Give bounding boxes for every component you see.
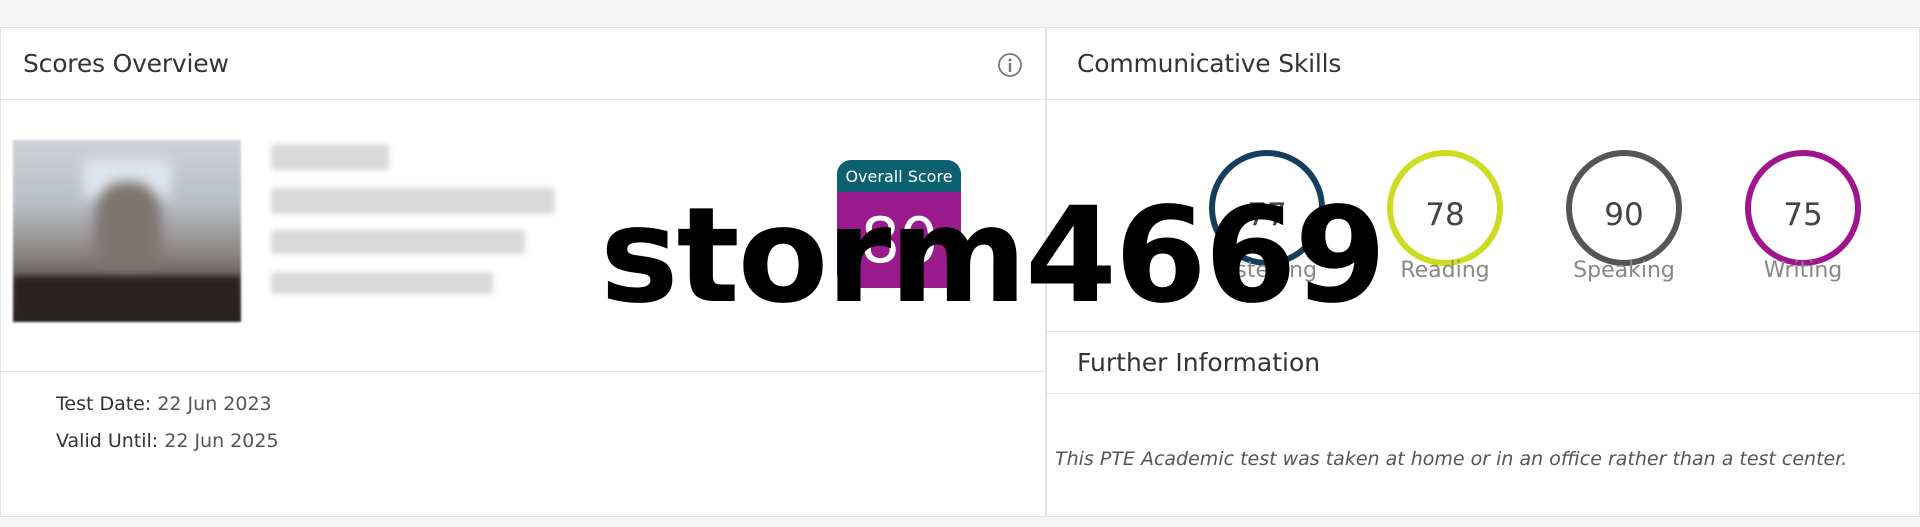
skill-score-writing: 75 <box>1783 197 1823 233</box>
skill-label-reading: Reading <box>1400 258 1490 283</box>
info-circle-icon[interactable] <box>997 52 1023 78</box>
communicative-skills-title: Communicative Skills <box>1047 28 1919 100</box>
further-information-text: This PTE Academic test was taken at home… <box>1055 448 1848 470</box>
skill-label-writing: Writing <box>1763 258 1843 283</box>
test-date-value: 22 Jun 2023 <box>157 393 272 415</box>
test-dates: Test Date: 22 Jun 2023 Valid Until: 22 J… <box>56 386 279 460</box>
scores-overview-title: Scores Overview <box>1 28 1045 100</box>
skill-score-reading: 78 <box>1425 197 1465 233</box>
skill-ring-speaking: 90 <box>1566 150 1682 266</box>
redacted-detail-3 <box>271 272 493 294</box>
candidate-photo <box>13 140 241 322</box>
redacted-detail-2 <box>271 230 525 254</box>
test-date-label: Test Date: <box>56 393 152 415</box>
redacted-name <box>271 144 389 170</box>
skill-speaking: 90 Speaking <box>1554 150 1694 283</box>
redacted-detail-1 <box>271 188 555 214</box>
skill-writing: 75 Writing <box>1733 150 1873 283</box>
skill-score-speaking: 90 <box>1604 197 1644 233</box>
further-information-title: Further Information <box>1047 332 1920 394</box>
watermark-text: storm4669 <box>600 179 1386 333</box>
valid-until-row: Valid Until: 22 Jun 2025 <box>56 423 279 460</box>
valid-until-value: 22 Jun 2025 <box>164 430 279 452</box>
skill-reading: 78 Reading <box>1375 150 1515 283</box>
skill-label-speaking: Speaking <box>1573 258 1675 283</box>
test-date-row: Test Date: 22 Jun 2023 <box>56 386 279 423</box>
skill-ring-writing: 75 <box>1745 150 1861 266</box>
valid-until-label: Valid Until: <box>56 430 159 452</box>
skill-ring-reading: 78 <box>1387 150 1503 266</box>
